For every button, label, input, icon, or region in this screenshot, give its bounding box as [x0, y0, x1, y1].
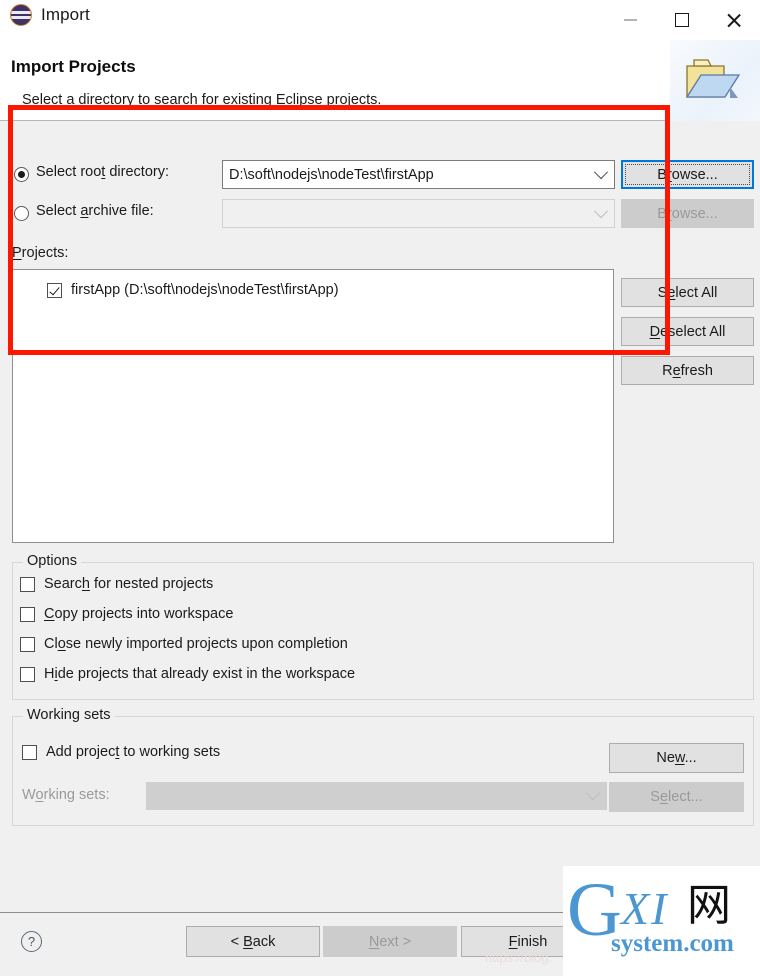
eclipse-icon	[10, 4, 32, 26]
page-description: Select a directory to search for existin…	[22, 92, 382, 108]
label-search-nested-projects: Search for nested projects	[44, 576, 214, 592]
projects-list[interactable]: firstApp (D:\soft\nodejs\nodeTest\firstA…	[12, 269, 614, 543]
checkbox-row-add-to-working-sets[interactable]: Add project to working sets	[22, 744, 220, 760]
browse-archive-file-label: Browse...	[657, 205, 718, 222]
checkbox-row-hide-existing[interactable]: Hide projects that already exist in the …	[20, 666, 355, 682]
checkbox-search-nested-projects[interactable]	[20, 576, 35, 592]
new-working-set-button[interactable]: New...	[609, 743, 744, 773]
project-checkbox[interactable]	[47, 282, 62, 298]
label-close-newly-imported-projects: Close newly imported projects upon compl…	[44, 636, 348, 652]
watermark-cjk: 网	[687, 881, 731, 930]
close-button[interactable]	[708, 0, 760, 40]
minimize-icon	[623, 19, 637, 21]
chevron-down-icon-archive	[588, 203, 614, 219]
window-controls	[604, 0, 760, 40]
project-label: firstApp (D:\soft\nodejs\nodeTest\firstA…	[71, 282, 339, 298]
label-hide-existing-projects: Hide projects that already exist in the …	[44, 666, 356, 682]
checkbox-hide-existing-projects[interactable]	[20, 666, 35, 682]
title-bar-left: Import	[10, 4, 90, 26]
working-sets-group-title: Working sets	[23, 707, 115, 723]
finish-label: Finish	[508, 933, 548, 950]
browse-root-directory-button[interactable]: Browse...	[621, 160, 754, 189]
back-label: < Back	[230, 933, 276, 950]
options-group-title: Options	[23, 553, 81, 569]
new-working-set-label: New...	[656, 750, 697, 766]
select-all-button[interactable]: Select All	[621, 278, 754, 307]
checkbox-row-copy-projects[interactable]: Copy projects into workspace	[20, 606, 233, 622]
root-directory-value: D:\soft\nodejs\nodeTest\firstApp	[229, 166, 434, 183]
options-group: Options Search for nested projects Copy …	[12, 553, 754, 700]
title-bar: Import	[0, 0, 760, 40]
radio-select-archive-file[interactable]	[14, 206, 29, 221]
chevron-down-icon[interactable]	[588, 164, 614, 180]
next-button: Next >	[323, 926, 457, 957]
back-button[interactable]: < Back	[186, 926, 320, 957]
watermark-url-text: https://blog.	[485, 950, 553, 965]
checkbox-add-project-to-working-sets[interactable]	[22, 744, 37, 760]
deselect-all-button[interactable]: Deselect All	[621, 317, 754, 346]
folder-icon	[685, 59, 741, 98]
label-projects: Projects:	[12, 245, 69, 261]
working-sets-combo	[146, 782, 607, 810]
select-working-set-button: Select...	[609, 782, 744, 812]
deselect-all-label: Deselect All	[649, 323, 726, 340]
archive-file-combo	[222, 199, 615, 228]
checkbox-copy-projects-into-workspace[interactable]	[20, 606, 35, 622]
checkbox-close-newly-imported-projects[interactable]	[20, 636, 35, 652]
minimize-button[interactable]	[604, 0, 656, 40]
radio-select-root-directory[interactable]	[14, 167, 29, 182]
browse-archive-file-button: Browse...	[621, 199, 754, 228]
maximize-icon	[675, 13, 689, 27]
label-copy-projects-into-workspace: Copy projects into workspace	[44, 606, 234, 622]
wizard-banner: Import Projects Select a directory to se…	[0, 40, 760, 121]
close-icon	[726, 12, 743, 29]
checkbox-row-search-nested[interactable]: Search for nested projects	[20, 576, 213, 592]
banner-figure	[670, 40, 760, 121]
watermark: G XI 网 system.com	[563, 866, 760, 976]
refresh-button[interactable]: Refresh	[621, 356, 754, 385]
label-add-project-to-working-sets: Add project to working sets	[46, 744, 221, 760]
chevron-down-icon-working-sets	[580, 786, 606, 801]
label-select-archive-file: Select archive file:	[36, 203, 154, 219]
root-directory-combo[interactable]: D:\soft\nodejs\nodeTest\firstApp	[222, 160, 615, 189]
refresh-label: Refresh	[662, 362, 713, 379]
select-working-set-label: Select...	[650, 789, 703, 805]
label-working-sets-combo: Working sets:	[22, 787, 110, 803]
checkbox-row-close-imported[interactable]: Close newly imported projects upon compl…	[20, 636, 348, 652]
label-select-root-directory: Select root directory:	[36, 164, 169, 180]
select-all-label: Select All	[657, 284, 718, 301]
dialog-body: Select root directory: D:\soft\nodejs\no…	[0, 121, 760, 913]
window-title: Import	[41, 5, 90, 24]
next-label: Next >	[368, 933, 412, 950]
working-sets-group: Working sets Add project to working sets…	[12, 707, 754, 826]
list-item[interactable]: firstApp (D:\soft\nodejs\nodeTest\firstA…	[47, 282, 339, 298]
watermark-system: system.com	[611, 930, 734, 957]
watermark-xi: XI	[621, 883, 669, 934]
browse-root-directory-label: Browse...	[657, 166, 718, 183]
help-icon[interactable]: ?	[21, 931, 42, 952]
page-title: Import Projects	[11, 57, 136, 76]
maximize-button[interactable]	[656, 0, 708, 40]
